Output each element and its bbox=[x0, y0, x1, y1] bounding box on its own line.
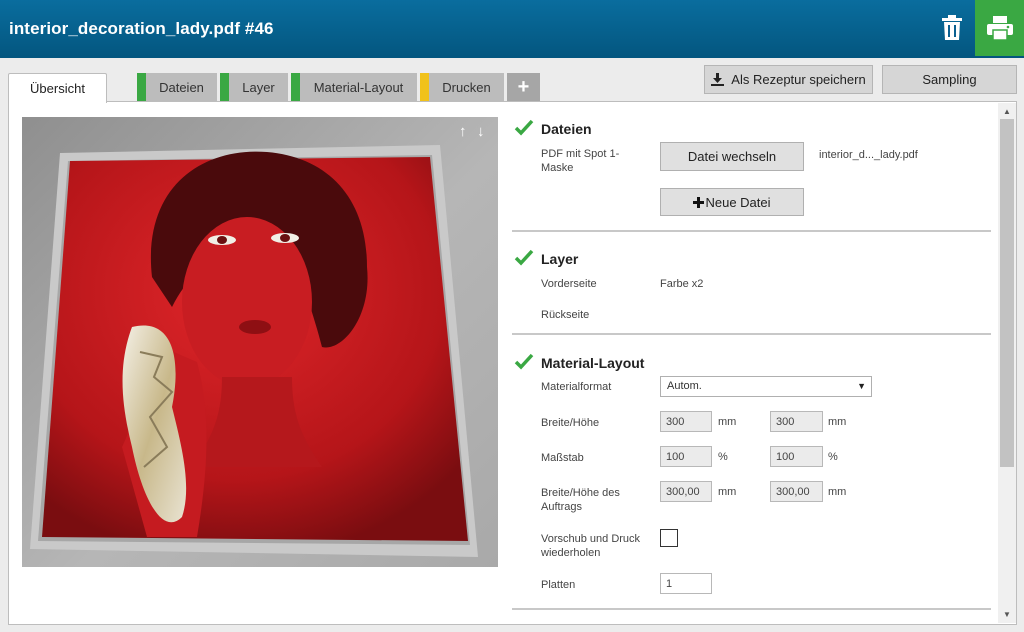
new-file-label: Neue Datei bbox=[705, 194, 771, 210]
header-bar: interior_decoration_lady.pdf #46 bbox=[0, 0, 1024, 58]
delete-button[interactable] bbox=[932, 8, 972, 48]
change-file-button[interactable]: Datei wechseln bbox=[660, 142, 804, 171]
status-stripe bbox=[220, 73, 229, 101]
caret-down-icon: ▼ bbox=[857, 381, 866, 391]
job-width-unit: mm bbox=[718, 486, 737, 498]
plates-input[interactable] bbox=[660, 573, 712, 594]
section-title-layer: Layer bbox=[541, 251, 579, 267]
repeat-label: Vorschub und Druck wiederholen bbox=[541, 533, 641, 559]
tab-label: Layer bbox=[242, 79, 275, 95]
arrow-down-icon[interactable]: ↓ bbox=[477, 123, 485, 140]
width-input[interactable] bbox=[660, 411, 712, 432]
pdf-mask-label: PDF mit Spot 1-Maske bbox=[541, 148, 620, 174]
save-recipe-label: Als Rezeptur speichern bbox=[731, 72, 866, 87]
download-icon bbox=[711, 73, 725, 86]
plates-label: Platten bbox=[541, 579, 576, 591]
tab-material-layout[interactable]: Material-Layout bbox=[291, 73, 417, 101]
scroll-down-icon[interactable]: ▼ bbox=[1000, 607, 1014, 621]
tab-label: Drucken bbox=[442, 79, 491, 95]
job-height-input[interactable] bbox=[770, 481, 823, 502]
arrow-up-icon[interactable]: ↑ bbox=[459, 123, 467, 140]
filename-text: interior_d..._lady.pdf bbox=[819, 149, 918, 161]
tab-overview[interactable]: Übersicht bbox=[8, 73, 107, 103]
material-format-label: Materialformat bbox=[541, 381, 612, 393]
material-format-value: Autom. bbox=[667, 380, 702, 392]
tab-label: Dateien bbox=[159, 79, 204, 95]
change-file-label: Datei wechseln bbox=[687, 149, 777, 164]
front-side-value: Farbe x2 bbox=[660, 278, 704, 290]
section-divider bbox=[512, 333, 991, 335]
width-unit: mm bbox=[718, 416, 737, 428]
preview-image bbox=[30, 145, 478, 557]
scroll-up-icon[interactable]: ▲ bbox=[1000, 104, 1014, 118]
scrollbar-thumb[interactable] bbox=[1000, 119, 1014, 467]
section-title-material-layout: Material-Layout bbox=[541, 355, 645, 371]
section-title-files: Dateien bbox=[541, 121, 592, 137]
check-icon bbox=[514, 119, 534, 136]
size-label: Breite/Höhe bbox=[541, 417, 600, 429]
status-stripe bbox=[137, 73, 146, 101]
save-recipe-button[interactable]: Als Rezeptur speichern bbox=[704, 65, 873, 94]
job-height-unit: mm bbox=[828, 486, 847, 498]
tab-layer[interactable]: Layer bbox=[220, 73, 288, 101]
tab-label: Material-Layout bbox=[313, 79, 404, 95]
material-format-select[interactable]: Autom. ▼ bbox=[660, 376, 872, 397]
height-unit: mm bbox=[828, 416, 847, 428]
scale-x-unit: % bbox=[718, 451, 728, 463]
job-width-input[interactable] bbox=[660, 481, 712, 502]
front-side-label: Vorderseite bbox=[541, 278, 597, 290]
tab-print[interactable]: Drucken bbox=[420, 73, 504, 101]
check-icon bbox=[514, 353, 534, 370]
trash-icon bbox=[942, 15, 962, 40]
section-divider bbox=[512, 230, 991, 232]
tab-files[interactable]: Dateien bbox=[137, 73, 217, 101]
scale-y-unit: % bbox=[828, 451, 838, 463]
tab-label: Übersicht bbox=[30, 81, 85, 96]
sampling-button[interactable]: Sampling bbox=[882, 65, 1017, 94]
plus-icon: + bbox=[517, 75, 530, 98]
back-side-label: Rückseite bbox=[541, 309, 590, 321]
scale-y-input[interactable] bbox=[770, 446, 823, 467]
status-stripe bbox=[291, 73, 300, 101]
document-title: interior_decoration_lady.pdf #46 bbox=[9, 19, 274, 38]
plus-icon bbox=[693, 196, 705, 208]
height-input[interactable] bbox=[770, 411, 823, 432]
job-size-label: Breite/Höhe des Auftrags bbox=[541, 487, 620, 513]
printer-icon bbox=[986, 16, 1013, 40]
print-button[interactable] bbox=[975, 0, 1024, 56]
status-stripe bbox=[420, 73, 429, 101]
scale-label: Maßstab bbox=[541, 452, 584, 464]
print-preview bbox=[22, 117, 498, 567]
new-file-button[interactable]: Neue Datei bbox=[660, 188, 804, 216]
repeat-checkbox[interactable] bbox=[660, 529, 678, 547]
add-tab-button[interactable]: + bbox=[507, 73, 540, 101]
check-icon bbox=[514, 249, 534, 266]
sampling-label: Sampling bbox=[922, 72, 977, 87]
scale-x-input[interactable] bbox=[660, 446, 712, 467]
section-divider bbox=[512, 608, 991, 610]
